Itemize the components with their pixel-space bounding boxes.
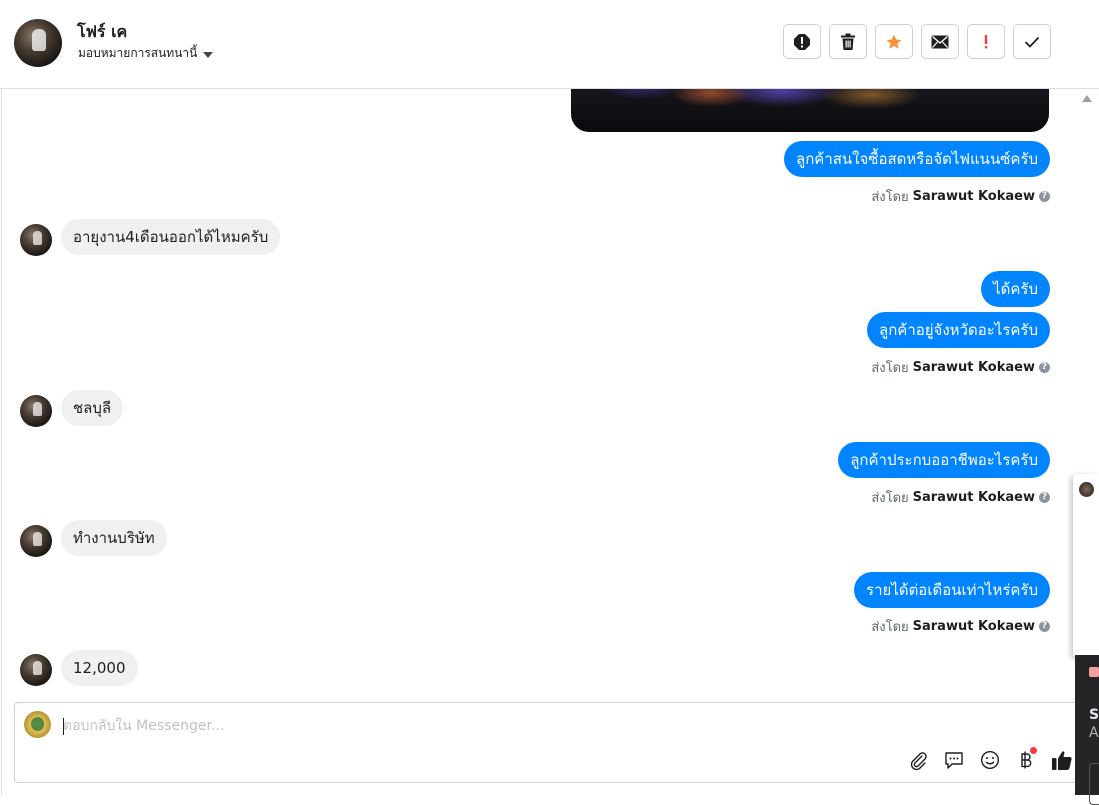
saved-reply-icon [945, 752, 963, 769]
notification-dot [1030, 747, 1037, 754]
emoji-icon [980, 750, 1000, 770]
popup-title: Se [1089, 707, 1099, 723]
contact-avatar-small [20, 654, 52, 686]
question-icon[interactable]: ? [1039, 191, 1050, 202]
contact-avatar-small [20, 224, 52, 256]
star-button[interactable] [875, 24, 913, 59]
mail-icon [931, 35, 949, 48]
follow-up-button[interactable] [967, 24, 1005, 59]
saved-replies-button[interactable] [943, 749, 965, 771]
sent-by-note: ส่งโดย Sarawut Kokaew ? [871, 487, 1050, 508]
exclamation-icon [984, 34, 988, 48]
chat-head-panel[interactable] [1073, 474, 1099, 656]
star-icon [886, 34, 902, 49]
outgoing-message[interactable]: ลูกค้าประกบออาชีพอะไรครับ [838, 442, 1050, 478]
question-icon[interactable]: ? [1039, 621, 1050, 632]
check-icon [1024, 36, 1040, 48]
reply-input[interactable] [63, 715, 963, 737]
sent-by-prefix: ส่งโดย [871, 491, 909, 506]
sent-by-prefix: ส่งโดย [871, 190, 909, 205]
composer-actions [907, 747, 1073, 771]
question-icon[interactable]: ? [1039, 492, 1050, 503]
popup-subtitle: A [1089, 725, 1099, 741]
incoming-message[interactable]: ทำงานบริษัท [61, 520, 167, 556]
contact-avatar-small [20, 395, 52, 427]
conversation-header: โฟร์ เค มอบหมายการสนทนานี้ [0, 0, 1099, 89]
incoming-message[interactable]: 12,000 [61, 650, 138, 686]
assign-conversation-dropdown[interactable]: มอบหมายการสนทนานี้ [78, 44, 214, 63]
message-list: ลูกค้าสนใจซื้อสดหรือจัดไฟแนนซ์ครับ ส่งโด… [0, 89, 1080, 699]
like-button[interactable] [1051, 749, 1073, 771]
contact-avatar-small [20, 525, 52, 557]
chevron-down-icon [203, 51, 214, 58]
outgoing-message[interactable]: รายได้ต่อเดือนเท่าไหร่ครับ [854, 572, 1050, 608]
contact-avatar[interactable] [14, 19, 62, 67]
sent-by-note: ส่งโดย Sarawut Kokaew ? [871, 357, 1050, 378]
sent-by-prefix: ส่งโดย [871, 620, 909, 635]
trash-icon [841, 33, 855, 50]
question-icon[interactable]: ? [1039, 362, 1050, 373]
assign-label: มอบหมายการสนทนานี้ [78, 46, 198, 60]
calendar-icon [1089, 667, 1099, 677]
mark-done-button[interactable] [1013, 24, 1051, 59]
incoming-message[interactable]: ชลบุลี [61, 390, 124, 426]
text-cursor [63, 718, 64, 735]
chat-head-avatar[interactable] [1079, 482, 1094, 497]
emoji-button[interactable] [979, 749, 1001, 771]
conversation-toolbar [783, 24, 1051, 59]
sent-by-prefix: ส่งโดย [871, 361, 909, 376]
incoming-message[interactable]: อายุงาน4เดือนออกได้ไหมครับ [61, 219, 281, 255]
outgoing-message[interactable]: ได้ครับ [981, 271, 1050, 307]
report-icon [794, 33, 810, 50]
reply-composer [14, 702, 1084, 783]
sender-name: Sarawut Kokaew [912, 619, 1035, 634]
outgoing-message[interactable]: ลูกค้าสนใจซื้อสดหรือจัดไฟแนนซ์ครับ [784, 141, 1050, 177]
sender-name: Sarawut Kokaew [912, 490, 1035, 505]
sender-name: Sarawut Kokaew [912, 360, 1035, 375]
sender-name: Sarawut Kokaew [912, 189, 1035, 204]
paperclip-icon [910, 752, 927, 770]
outgoing-message[interactable]: ลูกค้าอยู่จังหวัดอะไรครับ [867, 312, 1050, 348]
sent-by-note: ส่งโดย Sarawut Kokaew ? [871, 186, 1050, 207]
scroll-up-arrow-icon[interactable] [1082, 95, 1092, 102]
mark-unread-button[interactable] [921, 24, 959, 59]
attach-button[interactable] [907, 749, 929, 771]
side-popup-panel: Se A [1075, 655, 1099, 805]
shared-photo-message[interactable] [571, 89, 1049, 132]
sent-by-note: ส่งโดย Sarawut Kokaew ? [871, 616, 1050, 637]
page-avatar [24, 711, 51, 738]
payment-button[interactable] [1015, 747, 1037, 771]
thumbs-up-icon [1052, 751, 1072, 770]
popup-action-button[interactable] [1089, 763, 1099, 805]
report-button[interactable] [783, 24, 821, 59]
delete-button[interactable] [829, 24, 867, 59]
contact-name[interactable]: โฟร์ เค [77, 20, 127, 45]
